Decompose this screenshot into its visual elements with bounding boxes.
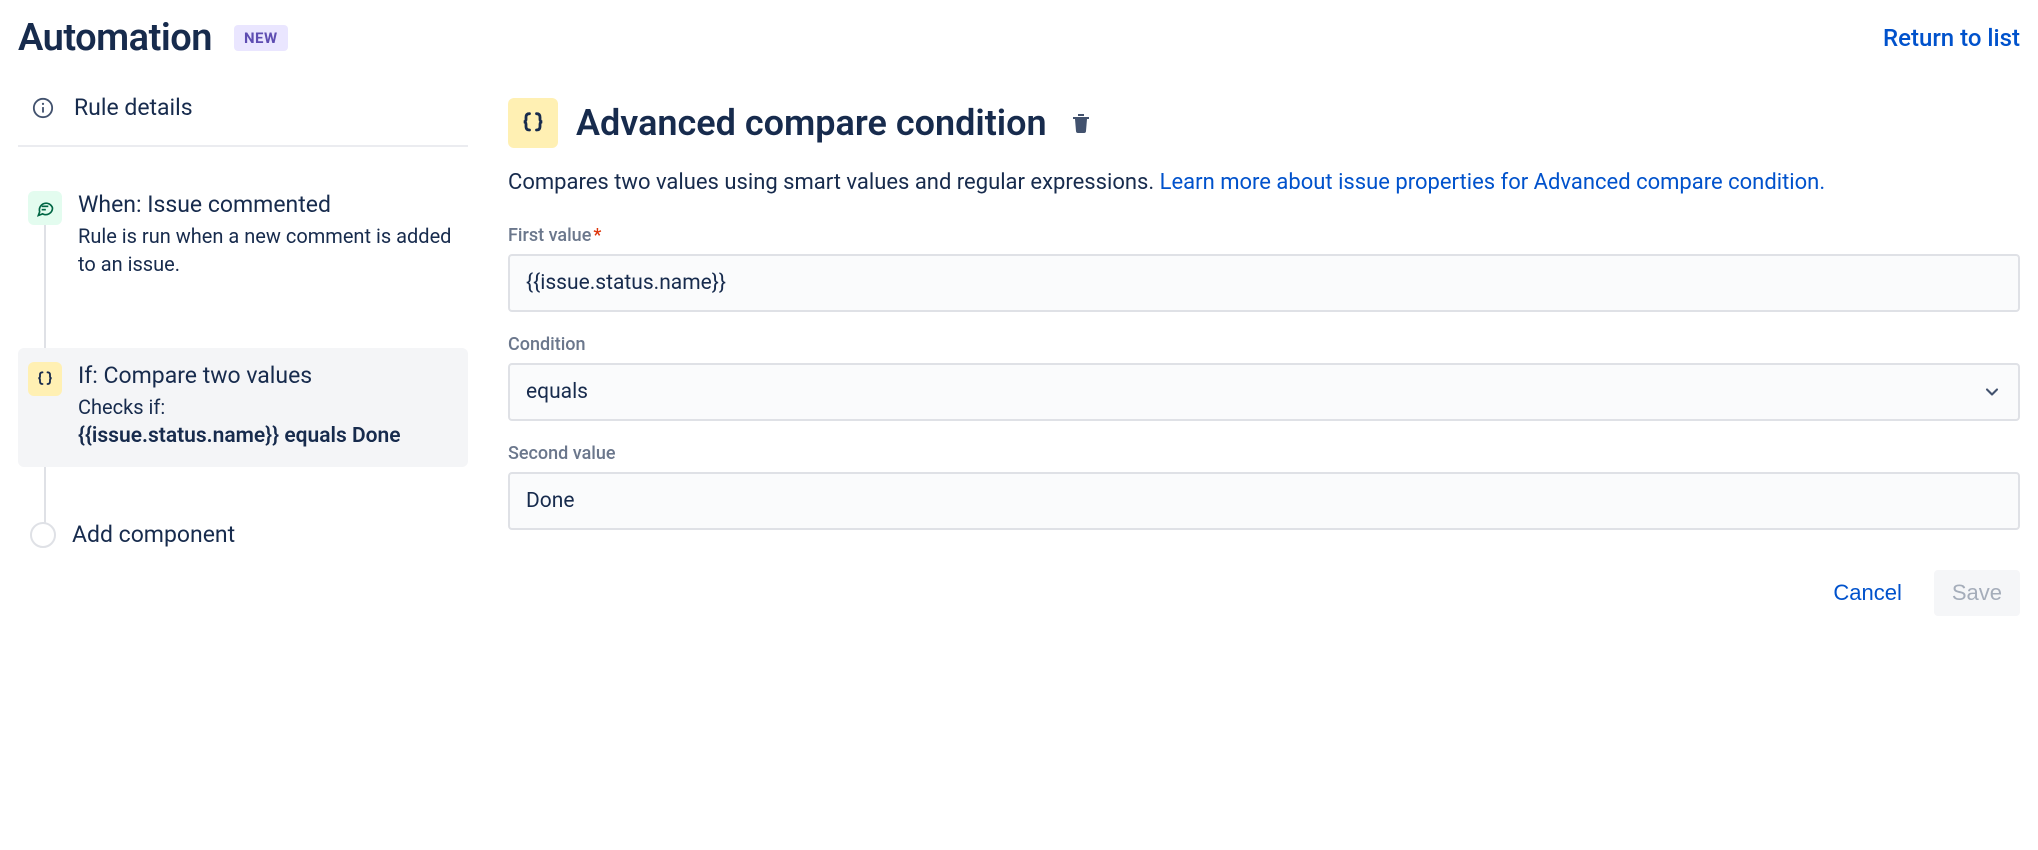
save-button[interactable]: Save (1934, 570, 2020, 616)
step-body: If: Compare two values Checks if: {{issu… (78, 362, 452, 451)
cancel-button[interactable]: Cancel (1815, 570, 1919, 616)
step-title: If: Compare two values (78, 362, 452, 389)
condition-select[interactable] (508, 363, 2020, 421)
add-component-button[interactable]: Add component (18, 521, 468, 548)
condition-label: Condition (508, 334, 2020, 355)
rule-step-condition[interactable]: If: Compare two values Checks if: {{issu… (18, 348, 468, 467)
step-desc: Checks if: {{issue.status.name}} equals … (78, 393, 452, 451)
add-circle-icon (30, 522, 56, 548)
required-asterisk: * (593, 225, 601, 246)
learn-more-link[interactable]: Learn more about issue properties for Ad… (1160, 170, 1825, 195)
panel-title: Advanced compare condition (576, 102, 1047, 144)
step-desc-bold: {{issue.status.name}} equals Done (78, 424, 401, 448)
delete-condition-button[interactable] (1065, 107, 1097, 139)
trash-icon (1069, 111, 1093, 135)
braces-icon (508, 98, 558, 148)
add-component-label: Add component (72, 521, 235, 548)
header-left: Automation NEW (18, 16, 288, 60)
panel-footer-actions: Cancel Save (508, 570, 2020, 616)
first-value-input[interactable] (508, 254, 2020, 312)
return-to-list-link[interactable]: Return to list (1883, 24, 2020, 52)
rule-sidebar: Rule details When: Issue commented (18, 80, 468, 616)
first-value-field: First value* (508, 225, 2020, 312)
comment-icon (28, 191, 62, 225)
new-badge: NEW (234, 25, 288, 51)
info-icon (32, 97, 54, 119)
page-title: Automation (18, 16, 212, 60)
second-value-input[interactable] (508, 472, 2020, 530)
field-label: First value* (508, 225, 2020, 246)
rule-details-label: Rule details (74, 94, 193, 121)
condition-field: Condition (508, 334, 2020, 421)
braces-icon (28, 362, 62, 396)
rule-step-trigger[interactable]: When: Issue commented Rule is run when a… (18, 177, 468, 294)
panel-description: Compares two values using smart values a… (508, 166, 2020, 199)
step-desc: Rule is run when a new comment is added … (78, 222, 452, 278)
condition-select-wrap (508, 363, 2020, 421)
condition-editor-panel: Advanced compare condition Compares two … (508, 80, 2020, 616)
first-value-label: First value (508, 225, 591, 246)
panel-header: Advanced compare condition (508, 98, 2020, 148)
step-desc-prefix: Checks if: (78, 395, 165, 419)
step-body: When: Issue commented Rule is run when a… (78, 191, 452, 278)
second-value-label: Second value (508, 443, 2020, 464)
step-title: When: Issue commented (78, 191, 452, 218)
page-header: Automation NEW Return to list (18, 8, 2020, 80)
second-value-field: Second value (508, 443, 2020, 530)
rule-details-row[interactable]: Rule details (18, 80, 468, 147)
rule-flow: When: Issue commented Rule is run when a… (18, 147, 468, 548)
panel-desc-text: Compares two values using smart values a… (508, 170, 1160, 195)
